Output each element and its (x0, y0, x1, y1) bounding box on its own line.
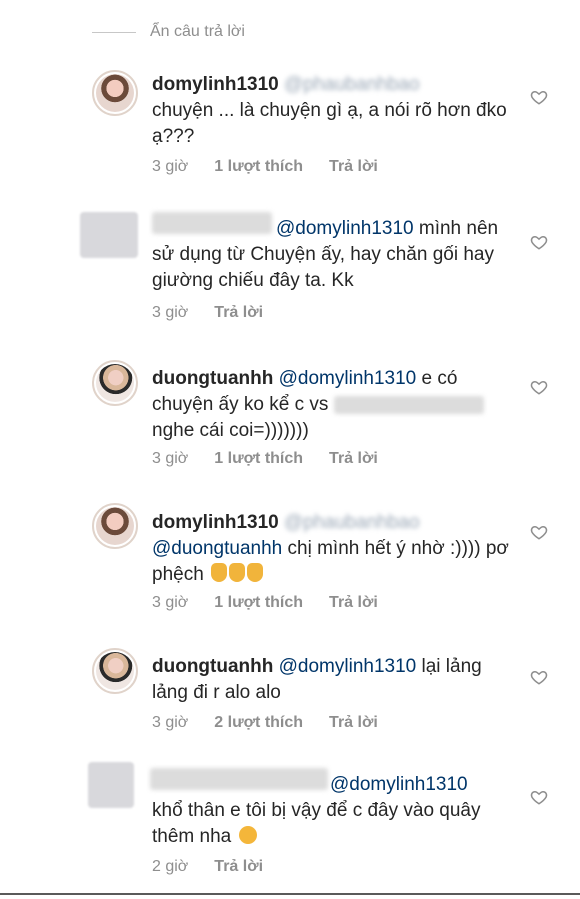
comment-mention[interactable]: @domylinh1310 (276, 218, 414, 239)
avatar[interactable] (92, 360, 138, 406)
comment-mention[interactable]: @domylinh1310 (279, 656, 417, 677)
reply-button[interactable]: Trả lời (329, 450, 378, 468)
comment-mention[interactable]: @phaubanhbao (284, 74, 420, 95)
comment-text: chuyện ... là chuyện gì ạ, a nói rõ hơn … (152, 100, 507, 147)
comment-text-continued: nghe cái coi=))))))) (152, 420, 309, 441)
comment-time: 3 giờ (152, 158, 189, 175)
avatar[interactable] (80, 212, 138, 258)
reply-button[interactable]: Trả lời (214, 858, 263, 876)
comment-time: 3 giờ (152, 450, 189, 467)
comment-meta: 3 giờ 1 lượt thích Trả lời (152, 594, 404, 612)
comment-body: duongtuanhh @domylinh1310 lại lảng lảng … (152, 654, 522, 706)
comment-mention[interactable]: @domylinh1310 (279, 368, 417, 389)
comment-time: 2 giờ (152, 858, 189, 875)
redacted-mention (333, 395, 484, 414)
comment-likes[interactable]: 1 lượt thích (214, 450, 303, 468)
reply-button[interactable]: Trả lời (214, 304, 263, 322)
avatar[interactable] (92, 648, 138, 694)
heart-outline-icon[interactable] (530, 233, 548, 251)
heart-outline-icon[interactable] (530, 788, 548, 806)
comment-body: domylinh1310 @phaubanhbao chuyện ... là … (152, 72, 522, 150)
comment-body: @domylinh1310 khổ thân e tôi bị vậy để c… (152, 772, 522, 850)
comment-mention[interactable]: @domylinh1310 (330, 774, 468, 795)
avatar[interactable] (92, 503, 138, 549)
hide-replies-row[interactable]: Ẩn câu trả lời (92, 18, 245, 46)
comment-meta: 3 giờ 1 lượt thích Trả lời (152, 450, 404, 468)
comment-time: 3 giờ (152, 304, 189, 321)
reply-button[interactable]: Trả lời (329, 714, 378, 732)
comment-likes[interactable]: 2 lượt thích (214, 714, 303, 732)
comment-username[interactable]: domylinh1310 (152, 512, 279, 533)
thumbs-up-emoji-icon (247, 563, 264, 582)
hide-replies-label[interactable]: Ẩn câu trả lời (150, 23, 245, 41)
comment-time: 3 giờ (152, 594, 189, 611)
comment-meta: 2 giờ Trả lời (152, 858, 289, 876)
comment-meta: 3 giờ 1 lượt thích Trả lời (152, 158, 404, 176)
comment-body: @domylinh1310 mình nên sử dụng từ Chuyện… (152, 216, 522, 294)
comment-username[interactable]: duongtuanhh (152, 368, 273, 389)
heart-outline-icon[interactable] (530, 378, 548, 396)
comment-username[interactable]: domylinh1310 (152, 74, 279, 95)
heart-outline-icon[interactable] (530, 88, 548, 106)
bottom-divider (0, 893, 580, 895)
comment-mention[interactable]: @phaubanhbao (284, 512, 420, 533)
avatar[interactable] (88, 762, 134, 808)
heart-outline-icon[interactable] (530, 668, 548, 686)
hide-replies-line (92, 31, 136, 33)
thumbs-up-emoji-icon (229, 563, 246, 582)
comment-body: duongtuanhh @domylinh1310 e có chuyện ấy… (152, 366, 522, 444)
comment-mention-2[interactable]: @duongtuanhh (152, 538, 282, 559)
comment-text: khổ thân e tôi bị vậy để c đây vào quây … (152, 800, 481, 847)
comment-meta: 3 giờ Trả lời (152, 304, 289, 322)
reply-button[interactable]: Trả lời (329, 158, 378, 176)
comment-username[interactable]: duongtuanhh (152, 656, 273, 677)
comment-meta: 3 giờ 2 lượt thích Trả lời (152, 714, 404, 732)
avatar[interactable] (92, 70, 138, 116)
thumbs-up-emoji-icon (211, 563, 228, 582)
comment-likes[interactable]: 1 lượt thích (214, 158, 303, 176)
grinning-emoji-icon (238, 826, 257, 844)
comment-likes[interactable]: 1 lượt thích (214, 594, 303, 612)
comment-time: 3 giờ (152, 714, 189, 731)
heart-outline-icon[interactable] (530, 523, 548, 541)
reply-button[interactable]: Trả lời (329, 594, 378, 612)
comment-body: domylinh1310 @phaubanhbao @duongtuanhh c… (152, 510, 522, 588)
